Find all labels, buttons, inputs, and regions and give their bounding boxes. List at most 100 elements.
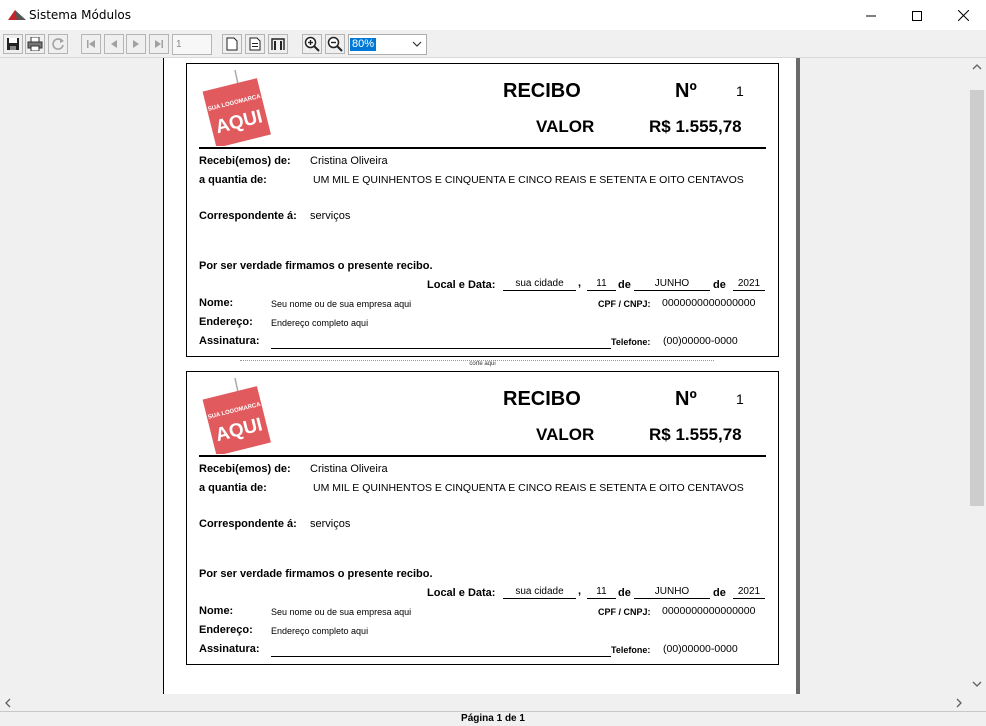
header-divider [199, 147, 766, 149]
close-button[interactable] [940, 0, 986, 31]
signature-line [271, 656, 611, 657]
name-label: Nome: [199, 297, 234, 309]
company-logo-placeholder: SUA LOGOMARCA AQUI [202, 70, 271, 146]
address-value: Endereço completo aqui [271, 318, 369, 328]
page-number-input[interactable] [172, 34, 212, 55]
amount-value: R$ 1.555,78 [649, 117, 742, 136]
address-label: Endereço: [199, 624, 253, 636]
receipt-title: RECIBO [503, 388, 581, 410]
print-button[interactable] [25, 34, 45, 54]
zoom-value: 80% [350, 38, 377, 51]
received-from-label: Recebi(emos) de: [199, 463, 291, 475]
received-from-value: Cristina Oliveira [310, 463, 388, 475]
signature-line [271, 348, 611, 349]
year-field: 2021 [733, 586, 765, 599]
truth-statement: Por ser verdade firmamos o presente reci… [199, 568, 433, 580]
horizontal-scrollbar[interactable] [0, 694, 968, 711]
single-page-button[interactable] [222, 34, 242, 54]
two-pages-button[interactable] [268, 34, 288, 54]
phone-value: (00)00000-0000 [663, 643, 738, 655]
print-icon [27, 37, 43, 51]
receipt-number: 1 [736, 391, 744, 407]
scroll-left-icon[interactable] [4, 698, 12, 708]
next-page-button[interactable] [126, 34, 146, 54]
day-field: 11 [587, 586, 616, 599]
company-logo-placeholder: SUA LOGOMARCA AQUI [202, 378, 271, 454]
scroll-right-icon[interactable] [955, 698, 963, 708]
phone-label: Telefone: [611, 337, 651, 347]
zoom-in-button[interactable] [302, 34, 322, 54]
refresh-button[interactable] [48, 34, 68, 54]
page-info: Página 1 de 1 [461, 713, 525, 724]
maximize-icon [912, 10, 922, 21]
city-field: sua cidade [503, 586, 576, 599]
minimize-button[interactable] [848, 0, 894, 31]
value-label: VALOR [536, 425, 595, 444]
zoom-select[interactable]: 80% [348, 34, 427, 55]
month-field: JUNHO [634, 586, 710, 599]
first-page-icon [87, 40, 95, 48]
signature-label: Assinatura: [199, 643, 260, 655]
title-bar: Sistema Módulos [0, 0, 986, 31]
comma-separator: , [578, 277, 582, 289]
first-page-button[interactable] [81, 34, 101, 54]
cpf-value: 0000000000000000 [662, 605, 756, 617]
status-bar: Página 1 de 1 [0, 711, 986, 726]
day-field: 11 [587, 278, 616, 291]
name-value: Seu nome ou de sua empresa aqui [271, 299, 412, 309]
app-logo-icon [8, 10, 26, 20]
quantity-words: UM MIL E QUINHENTOS E CINQUENTA E CINCO … [313, 174, 744, 186]
cut-label: corte aqui [469, 361, 496, 367]
minimize-icon [866, 15, 876, 16]
last-page-button[interactable] [149, 34, 169, 54]
prev-page-button[interactable] [104, 34, 124, 54]
amount-value: R$ 1.555,78 [649, 425, 742, 444]
correspondent-label: Correspondente á: [199, 518, 297, 530]
zoom-in-icon [304, 36, 320, 52]
zoom-out-button[interactable] [325, 34, 345, 54]
place-date-label: Local e Data: [427, 279, 496, 291]
save-icon [7, 38, 19, 50]
scroll-up-icon[interactable] [972, 63, 982, 71]
correspondent-label: Correspondente á: [199, 210, 297, 222]
name-label: Nome: [199, 605, 234, 617]
cpf-value: 0000000000000000 [662, 297, 756, 309]
place-date-label: Local e Data: [427, 587, 496, 599]
quantity-label: a quantia de: [199, 174, 267, 186]
correspondent-value: serviços [310, 210, 351, 222]
received-from-value: Cristina Oliveira [310, 155, 388, 167]
maximize-button[interactable] [894, 0, 940, 31]
single-page-icon [226, 37, 238, 51]
refresh-icon [52, 38, 64, 50]
chevron-down-icon [412, 41, 422, 47]
window-title: Sistema Módulos [29, 8, 131, 22]
save-button[interactable] [3, 34, 23, 54]
name-value: Seu nome ou de sua empresa aqui [271, 607, 412, 617]
page-width-button[interactable] [245, 34, 265, 54]
vertical-scrollbar[interactable] [968, 58, 986, 694]
last-page-icon [155, 40, 163, 48]
year-field: 2021 [733, 278, 765, 291]
city-field: sua cidade [503, 278, 576, 291]
receipt-top: SUA LOGOMARCA AQUI RECIBO Nº 1 VALOR R$ … [186, 63, 779, 357]
header-divider [199, 455, 766, 457]
preview-toolbar: 80% [0, 31, 986, 58]
cpf-label: CPF / CNPJ: [598, 607, 651, 617]
receipt-number-label: Nº [675, 388, 697, 410]
de-label-1: de [618, 587, 631, 599]
quantity-label: a quantia de: [199, 482, 267, 494]
truth-statement: Por ser verdade firmamos o presente reci… [199, 260, 433, 272]
next-page-icon [133, 40, 139, 48]
page-width-icon [249, 37, 261, 51]
close-icon [957, 10, 969, 21]
quantity-words: UM MIL E QUINHENTOS E CINQUENTA E CINCO … [313, 482, 744, 494]
vertical-scroll-thumb[interactable] [970, 90, 984, 506]
received-from-label: Recebi(emos) de: [199, 155, 291, 167]
de-label-1: de [618, 279, 631, 291]
de-label-2: de [713, 587, 726, 599]
comma-separator: , [578, 585, 582, 597]
address-value: Endereço completo aqui [271, 626, 369, 636]
scroll-down-icon[interactable] [972, 680, 982, 688]
scrollbar-corner [968, 694, 986, 711]
zoom-out-icon [327, 36, 343, 52]
